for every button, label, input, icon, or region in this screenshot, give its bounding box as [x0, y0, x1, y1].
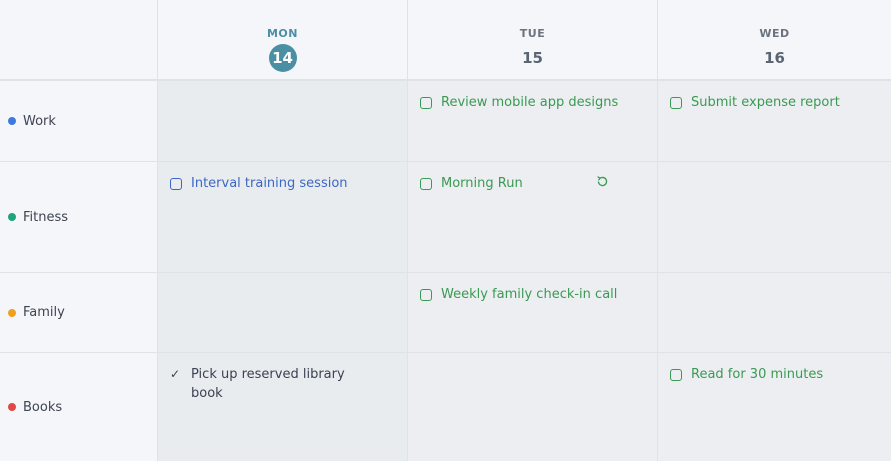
category-row-fitness: Fitness Interval training session Mornin…: [0, 162, 891, 273]
task-checkbox[interactable]: [420, 97, 432, 109]
task-title: Submit expense report: [691, 95, 840, 110]
cell-family-tue[interactable]: Weekly family check-in call: [408, 273, 658, 352]
day-header-mon[interactable]: MON 14: [158, 0, 408, 79]
cell-work-wed[interactable]: Submit expense report: [658, 81, 891, 161]
cell-books-mon[interactable]: ✓ Pick up reserved library book: [158, 353, 408, 461]
category-dot: [8, 213, 16, 221]
category-row-work: Work Review mobile app designs Submit ex…: [0, 81, 891, 162]
week-calendar: MON 14 TUE 15 WED 16 Work Review mobile …: [0, 0, 891, 461]
task-title-line: book: [191, 386, 223, 401]
day-number: 16: [764, 49, 785, 67]
category-dot: [8, 308, 16, 317]
cell-fitness-tue[interactable]: Morning Run: [408, 162, 658, 272]
calendar-header: MON 14 TUE 15 WED 16: [0, 0, 891, 81]
cell-family-wed[interactable]: [658, 273, 891, 352]
day-header-tue[interactable]: TUE 15: [408, 0, 658, 79]
day-number-today: 14: [268, 44, 297, 72]
task-title-line: Pick up reserved library: [191, 367, 345, 382]
category-row-books: Books ✓ Pick up reserved library book Re…: [0, 353, 891, 461]
task-item[interactable]: Read for 30 minutes: [670, 365, 823, 384]
task-checkbox[interactable]: [420, 289, 432, 301]
cell-fitness-wed[interactable]: [658, 162, 891, 272]
day-name: TUE: [519, 27, 546, 40]
category-label[interactable]: Fitness: [0, 162, 158, 272]
category-dot: [8, 403, 16, 411]
checkmark-icon[interactable]: ✓: [170, 365, 182, 384]
day-header-wed[interactable]: WED 16: [658, 0, 891, 79]
category-dot: [8, 117, 16, 125]
category-label[interactable]: Work: [0, 81, 158, 161]
header-corner: [0, 0, 158, 79]
task-checkbox[interactable]: [670, 369, 682, 381]
category-name: Books: [23, 399, 63, 415]
task-title: Read for 30 minutes: [691, 367, 824, 382]
task-item-completed[interactable]: ✓ Pick up reserved library book: [170, 365, 345, 403]
category-label[interactable]: Books: [0, 353, 158, 461]
task-checkbox[interactable]: [670, 97, 682, 109]
task-checkbox[interactable]: [170, 178, 182, 190]
day-number: 15: [522, 49, 543, 67]
task-title: Review mobile app designs: [441, 95, 619, 110]
category-label[interactable]: Family: [0, 273, 158, 352]
cell-books-wed[interactable]: Read for 30 minutes: [658, 353, 891, 461]
task-item[interactable]: Review mobile app designs: [420, 93, 618, 112]
task-item[interactable]: Submit expense report: [670, 93, 840, 112]
category-name: Work: [23, 113, 56, 129]
task-item[interactable]: Interval training session: [170, 174, 348, 193]
day-name: WED: [759, 27, 790, 40]
task-item[interactable]: Weekly family check-in call: [420, 285, 617, 304]
cell-family-mon[interactable]: [158, 273, 408, 352]
cell-work-tue[interactable]: Review mobile app designs: [408, 81, 658, 161]
category-name: Fitness: [23, 209, 69, 225]
cell-work-mon[interactable]: [158, 81, 408, 161]
category-name: Family: [23, 305, 65, 320]
day-name: MON: [266, 27, 298, 40]
task-item[interactable]: Morning Run: [420, 174, 523, 193]
cell-fitness-mon[interactable]: Interval training session: [158, 162, 408, 272]
task-title: Pick up reserved library book: [191, 365, 345, 403]
cell-books-tue[interactable]: [408, 353, 658, 461]
task-checkbox[interactable]: [420, 178, 432, 190]
task-title: Interval training session: [191, 176, 348, 191]
category-row-family: Family Weekly family check-in call: [0, 273, 891, 353]
task-title: Weekly family check-in call: [441, 287, 618, 302]
task-title: Morning Run: [441, 176, 523, 191]
repeat-icon: [597, 176, 608, 187]
